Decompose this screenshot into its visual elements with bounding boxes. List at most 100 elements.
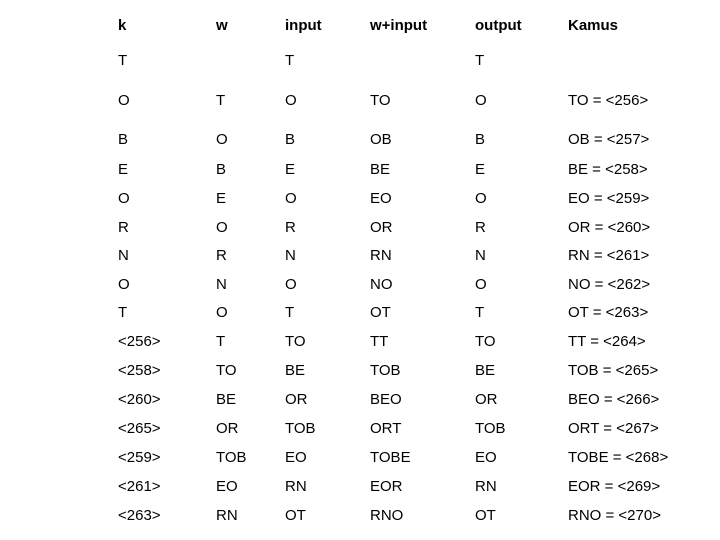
cell-output: N: [475, 247, 486, 264]
cell-input: TO: [285, 333, 306, 350]
table-row: <261> EO RN EOR RN EOR = <269>: [0, 476, 720, 498]
cell-input: TOB: [285, 420, 316, 437]
column-header-input: input: [285, 17, 322, 34]
cell-w: O: [216, 131, 228, 148]
cell-w: B: [216, 161, 227, 178]
cell-kamus: ORT = <267>: [568, 420, 659, 437]
table-row: T O T OT T OT = <263>: [0, 302, 720, 324]
cell-w-plus-input: RN: [370, 247, 392, 264]
table-row: E B E BE E BE = <258>: [0, 159, 720, 181]
lzw-compression-table: k w input w+input output Kamus T T T O T O TO O TO = <…: [0, 0, 720, 540]
table-row: <260> BE OR BEO OR BEO = <266>: [0, 389, 720, 411]
column-header-output: output: [475, 17, 522, 34]
cell-kamus: BE = <258>: [568, 161, 648, 178]
table-row: B O B OB B OB = <257>: [0, 129, 720, 151]
cell-w: OR: [216, 420, 239, 437]
cell-input: R: [285, 219, 296, 236]
cell-k: <258>: [118, 362, 161, 379]
cell-w: T: [216, 92, 226, 109]
cell-input: BE: [285, 362, 306, 379]
cell-kamus: RNO = <270>: [568, 507, 661, 524]
cell-kamus: OR = <260>: [568, 219, 651, 236]
cell-k: O: [118, 276, 130, 293]
cell-w: EO: [216, 478, 238, 495]
cell-k: <265>: [118, 420, 161, 437]
cell-w-plus-input: OR: [370, 219, 393, 236]
table-row: <256> T TO TT TO TT = <264>: [0, 331, 720, 353]
cell-k: <256>: [118, 333, 161, 350]
cell-input: N: [285, 247, 296, 264]
table-row: <265> OR TOB ORT TOB ORT = <267>: [0, 418, 720, 440]
cell-output: T: [475, 52, 485, 69]
cell-k: <259>: [118, 449, 161, 466]
cell-w-plus-input: OT: [370, 304, 391, 321]
cell-input: RN: [285, 478, 307, 495]
cell-input: O: [285, 276, 297, 293]
cell-input: T: [285, 52, 295, 69]
cell-k: T: [118, 52, 128, 69]
cell-input: OR: [285, 391, 308, 408]
cell-w: R: [216, 247, 227, 264]
cell-k: R: [118, 219, 129, 236]
cell-input: E: [285, 161, 296, 178]
cell-input: O: [285, 92, 297, 109]
cell-k: O: [118, 190, 130, 207]
cell-w: BE: [216, 391, 237, 408]
cell-k: <260>: [118, 391, 161, 408]
cell-kamus: EOR = <269>: [568, 478, 661, 495]
table-row: N R N RN N RN = <261>: [0, 245, 720, 267]
column-header-w-plus-input: w+input: [370, 17, 428, 34]
cell-k: N: [118, 247, 129, 264]
table-row: <258> TO BE TOB BE TOB = <265>: [0, 360, 720, 382]
cell-input: B: [285, 131, 296, 148]
cell-w-plus-input: TOBE: [370, 449, 411, 466]
table-row: <259> TOB EO TOBE EO TOBE = <268>: [0, 447, 720, 469]
cell-output: E: [475, 161, 486, 178]
cell-w: O: [216, 219, 228, 236]
cell-w-plus-input: BE: [370, 161, 391, 178]
cell-input: OT: [285, 507, 306, 524]
cell-input: EO: [285, 449, 307, 466]
cell-w: N: [216, 276, 227, 293]
cell-k: <263>: [118, 507, 161, 524]
cell-k: B: [118, 131, 129, 148]
cell-w: TOB: [216, 449, 247, 466]
cell-output: RN: [475, 478, 497, 495]
column-header-k: k: [118, 17, 127, 34]
cell-k: T: [118, 304, 128, 321]
cell-w: E: [216, 190, 227, 207]
cell-w-plus-input: TOB: [370, 362, 401, 379]
cell-k: <261>: [118, 478, 161, 495]
cell-output: TO: [475, 333, 496, 350]
cell-output: T: [475, 304, 485, 321]
cell-w: O: [216, 304, 228, 321]
cell-input: T: [285, 304, 295, 321]
cell-w-plus-input: OB: [370, 131, 392, 148]
cell-w: T: [216, 333, 226, 350]
cell-w-plus-input: ORT: [370, 420, 402, 437]
table-row: R O R OR R OR = <260>: [0, 217, 720, 239]
cell-kamus: OT = <263>: [568, 304, 649, 321]
table-row: O E O EO O EO = <259>: [0, 188, 720, 210]
cell-w-plus-input: RNO: [370, 507, 404, 524]
cell-output: BE: [475, 362, 496, 379]
cell-w-plus-input: BEO: [370, 391, 402, 408]
cell-w-plus-input: TT: [370, 333, 389, 350]
table-header-row: k w input w+input output Kamus: [0, 15, 720, 37]
table-row: TTT: [0, 50, 720, 72]
cell-output: TOB: [475, 420, 506, 437]
cell-kamus: OB = <257>: [568, 131, 650, 148]
cell-output: O: [475, 190, 487, 207]
cell-kamus: RN = <261>: [568, 247, 650, 264]
cell-output: O: [475, 276, 487, 293]
cell-output: R: [475, 219, 486, 236]
cell-input: O: [285, 190, 297, 207]
cell-w-plus-input: TO: [370, 92, 391, 109]
cell-w-plus-input: EO: [370, 190, 392, 207]
cell-kamus: TT = <264>: [568, 333, 646, 350]
table-row: <263> RN OT RNO OT RNO = <270>: [0, 505, 720, 527]
cell-w-plus-input: NO: [370, 276, 393, 293]
cell-output: OR: [475, 391, 498, 408]
cell-w-plus-input: EOR: [370, 478, 403, 495]
cell-output: B: [475, 131, 486, 148]
